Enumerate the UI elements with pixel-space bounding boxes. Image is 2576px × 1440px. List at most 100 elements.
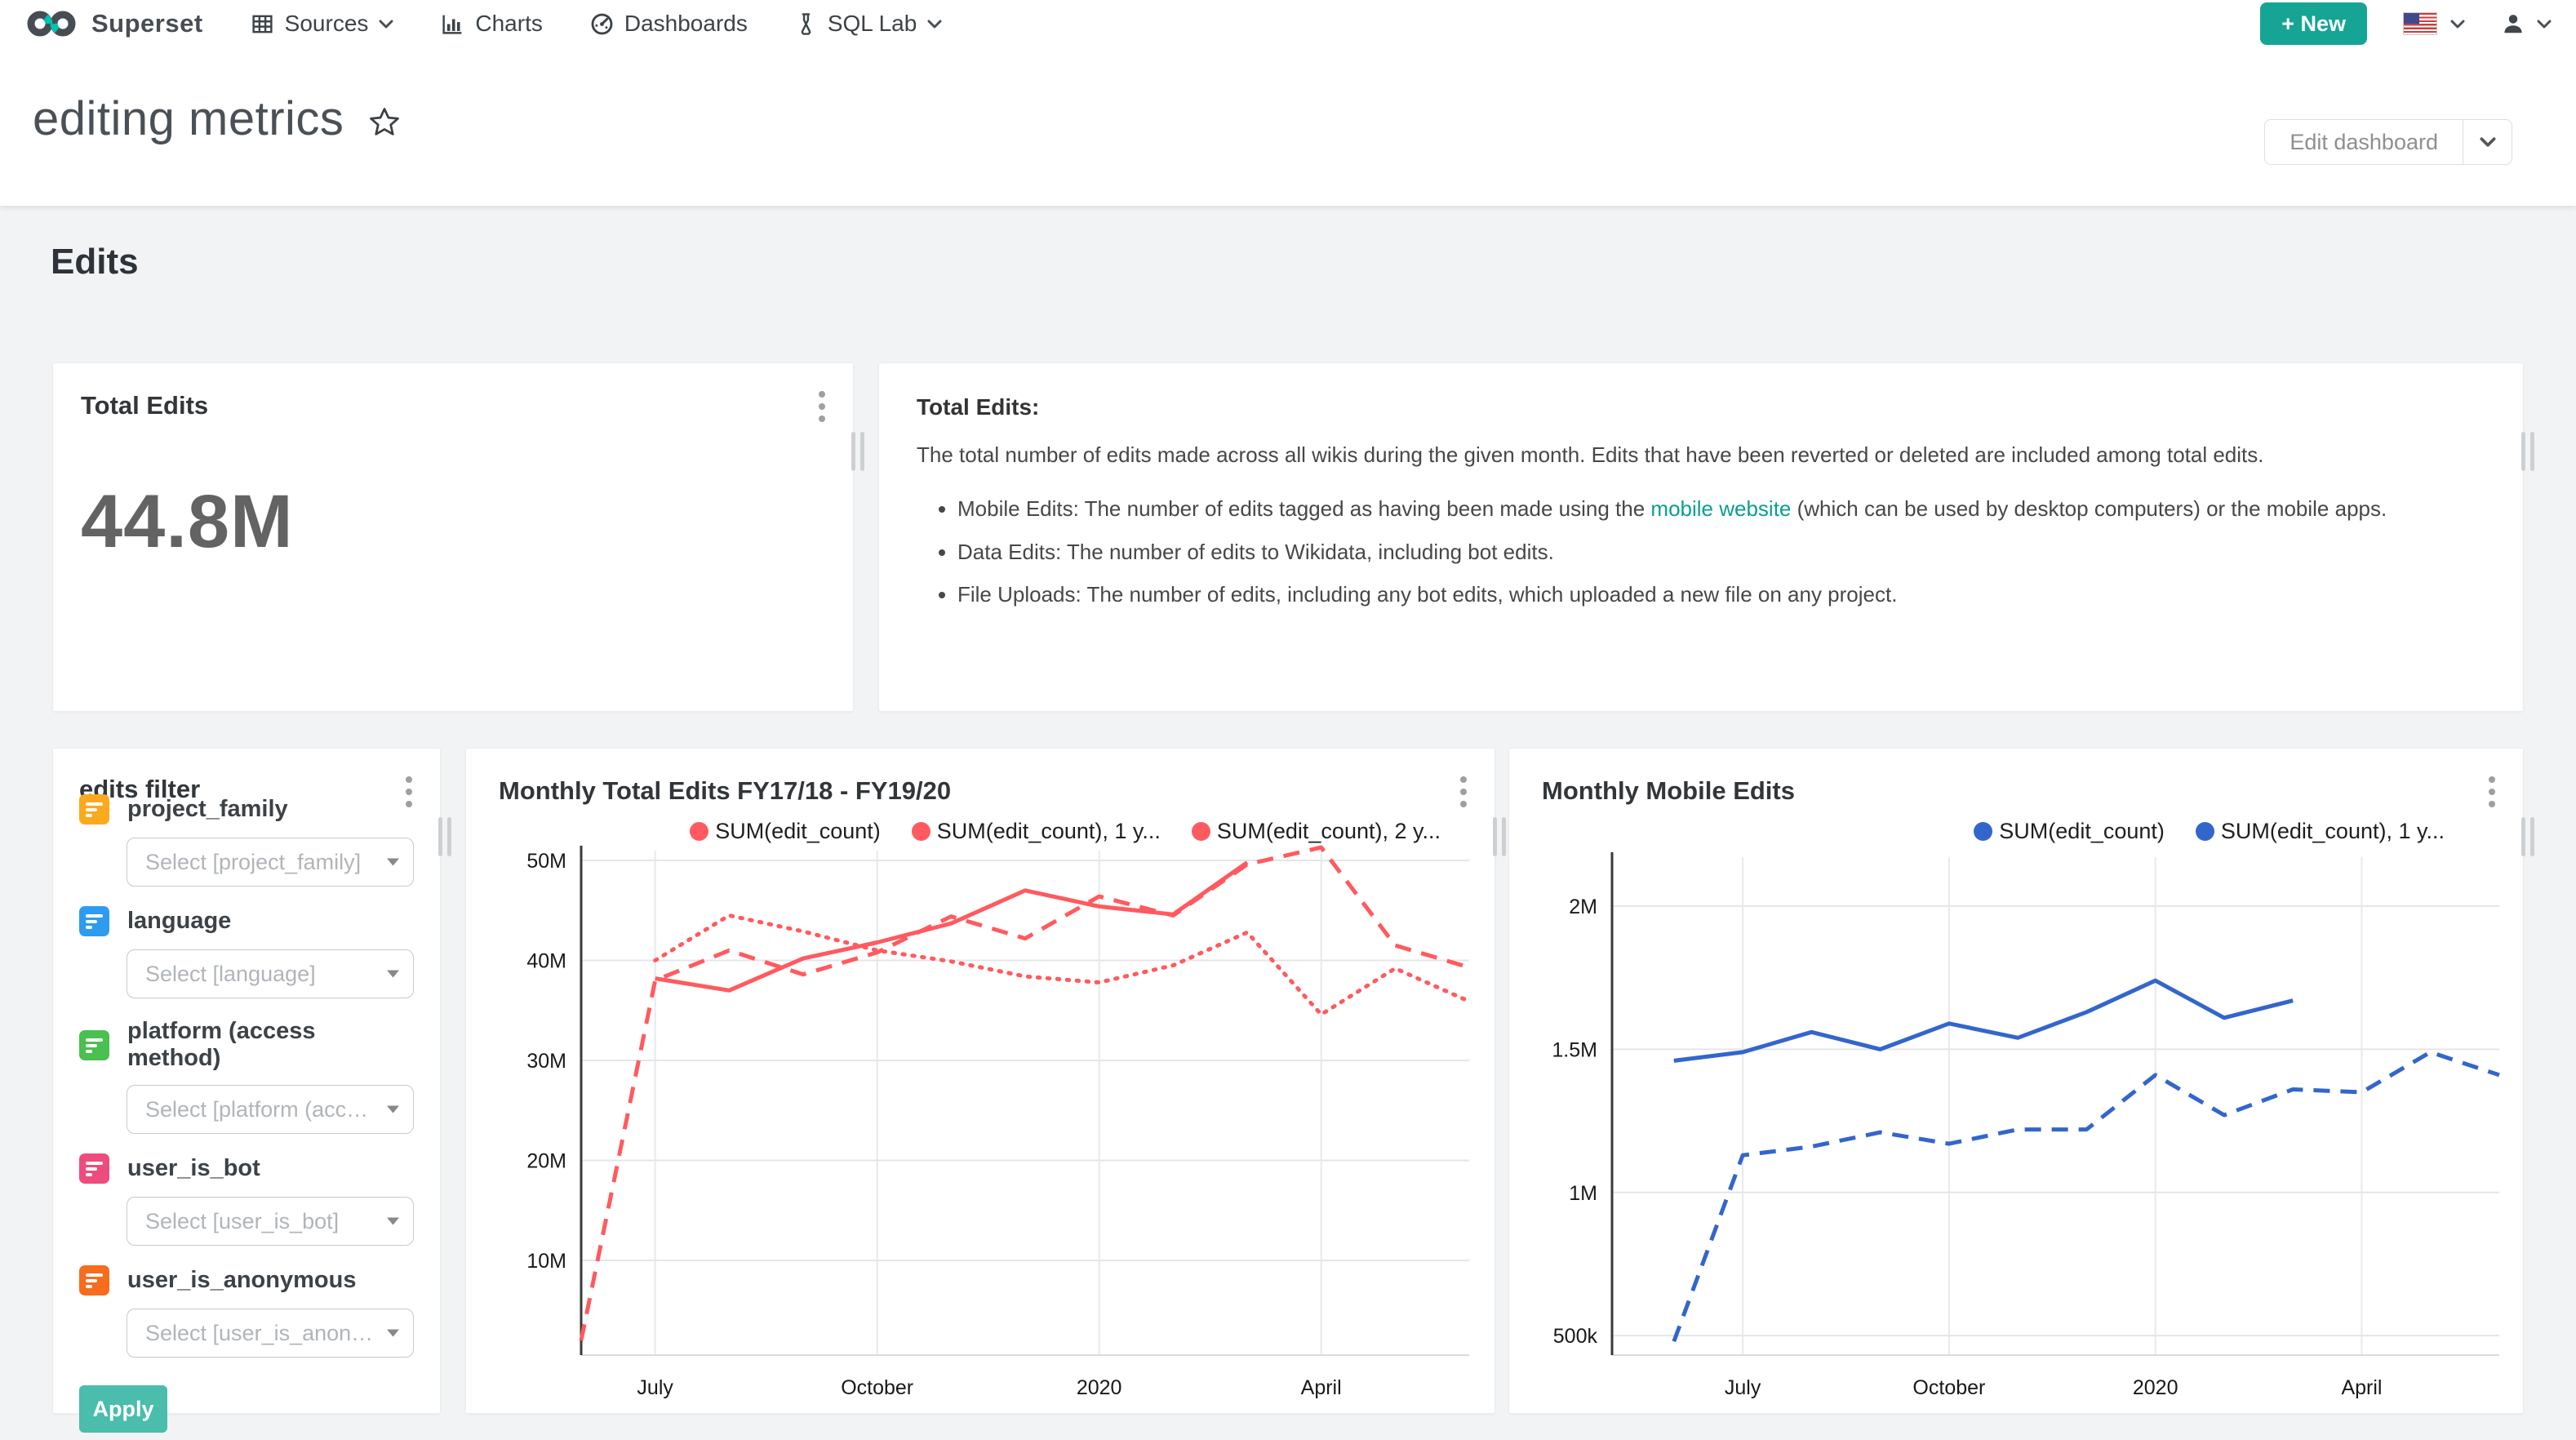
favorite-star-icon[interactable]: [366, 104, 402, 140]
edit-dashboard-control: Edit dashboard: [2264, 119, 2512, 165]
section-title: Edits: [51, 242, 139, 282]
page-title: editing metrics: [33, 91, 344, 146]
legend-item[interactable]: SUM(edit_count): [690, 819, 881, 844]
nav-item-sql-lab[interactable]: SQL Lab: [795, 11, 942, 37]
select-placeholder: Select [project_family]: [145, 850, 361, 875]
nav-item-sources[interactable]: Sources: [251, 11, 394, 37]
legend-item[interactable]: SUM(edit_count), 1 y...: [912, 819, 1161, 844]
card-title: Total Edits: [81, 391, 208, 420]
chevron-down-icon: [927, 20, 942, 29]
select-caret-icon: [386, 970, 400, 979]
user-is-anonymous-select[interactable]: Select [user_is_anonymous]: [127, 1309, 414, 1358]
nav-items: Sources Charts Dashboards SQL Lab: [251, 11, 943, 37]
legend-item[interactable]: SUM(edit_count), 1 y...: [2196, 819, 2445, 844]
chevron-down-icon: [2537, 20, 2552, 29]
edit-dashboard-dropdown[interactable]: [2463, 119, 2512, 165]
monthly-mobile-edits-card: Monthly Mobile Edits SUM(edit_count) SUM…: [1508, 748, 2524, 1414]
mobile-website-link[interactable]: mobile website: [1650, 496, 1791, 521]
select-caret-icon: [386, 1217, 400, 1226]
dashboard-title-row: editing metrics: [33, 91, 402, 146]
project-family-select[interactable]: Select [project_family]: [127, 838, 414, 887]
legend-item[interactable]: SUM(edit_count), 2 y...: [1192, 819, 1441, 844]
bullet-text: File Uploads: The number of edits, inclu…: [957, 582, 1897, 607]
legend-label: SUM(edit_count), 1 y...: [937, 819, 1161, 844]
legend-dot-icon: [1192, 822, 1210, 841]
legend-label: SUM(edit_count): [1999, 819, 2165, 844]
filter-list-icon: [79, 1265, 109, 1296]
nav-item-label: Sources: [285, 11, 369, 37]
top-navbar: Superset Sources Charts Dashboards SQL L…: [0, 0, 2576, 47]
resize-handle[interactable]: [1493, 817, 1506, 856]
markdown-intro: The total number of edits made across al…: [917, 438, 2485, 471]
resize-handle[interactable]: [851, 432, 864, 471]
gauge-icon: [590, 12, 614, 36]
select-placeholder: Select [language]: [145, 962, 316, 987]
bullet-mobile-edits: Mobile Edits: The number of edits tagged…: [957, 492, 2485, 525]
select-placeholder: Select [user_is_bot]: [145, 1209, 339, 1234]
bullet-text: Data Edits: The number of edits to Wikid…: [957, 540, 1554, 564]
filter-label-text: user_is_bot: [127, 1155, 260, 1182]
kebab-menu-icon[interactable]: [1457, 773, 1470, 811]
filter-label-language: language: [79, 906, 414, 936]
chevron-down-icon: [379, 20, 393, 29]
filter-list-icon: [79, 906, 109, 936]
markdown-heading: Total Edits:: [917, 394, 2485, 420]
filter-label-text: user_is_anonymous: [127, 1267, 356, 1294]
resize-handle[interactable]: [2521, 817, 2534, 856]
topbar-right: + New: [2260, 2, 2552, 45]
bullet-text: (which can be used by desktop computers)…: [1791, 496, 2387, 521]
filter-label-text: platform (access method): [127, 1018, 414, 1072]
select-placeholder: Select [platform (access method)]: [145, 1097, 375, 1122]
kebab-menu-icon[interactable]: [2485, 773, 2498, 811]
edit-dashboard-button[interactable]: Edit dashboard: [2264, 119, 2463, 165]
chevron-down-icon: [2450, 20, 2465, 29]
nav-item-dashboards[interactable]: Dashboards: [590, 11, 748, 37]
new-button[interactable]: + New: [2260, 2, 2367, 45]
user-is-bot-select[interactable]: Select [user_is_bot]: [127, 1197, 414, 1246]
resize-handle[interactable]: [2521, 432, 2534, 471]
filter-list-icon: [79, 794, 109, 824]
select-caret-icon: [386, 858, 400, 867]
legend-label: SUM(edit_count), 1 y...: [2221, 819, 2445, 844]
legend-label: SUM(edit_count), 2 y...: [1217, 819, 1441, 844]
filter-label-user-is-anonymous: user_is_anonymous: [79, 1265, 414, 1296]
brand-name: Superset: [91, 9, 203, 38]
nav-item-label: Dashboards: [624, 11, 748, 37]
nav-item-charts[interactable]: Charts: [441, 11, 542, 37]
bar-chart-icon: [441, 12, 464, 36]
nav-item-label: SQL Lab: [828, 11, 917, 37]
total-edits-card: Total Edits 44.8M: [52, 362, 854, 712]
user-menu[interactable]: [2501, 11, 2552, 36]
filter-list-icon: [79, 1153, 109, 1184]
apply-button[interactable]: Apply: [79, 1385, 167, 1433]
markdown-bullet-list: Mobile Edits: The number of edits tagged…: [917, 492, 2485, 611]
infinity-logo-icon: [24, 8, 78, 39]
platform-select[interactable]: Select [platform (access method)]: [127, 1085, 414, 1134]
chart-legend: SUM(edit_count) SUM(edit_count), 1 y... …: [690, 819, 1441, 844]
bullet-file-uploads: File Uploads: The number of edits, inclu…: [957, 578, 2485, 611]
filter-list-icon: [79, 1030, 109, 1060]
superset-dashboard-page: Superset Sources Charts Dashboards SQL L…: [0, 0, 2576, 1440]
legend-item[interactable]: SUM(edit_count): [1974, 819, 2165, 844]
chart-title: Monthly Mobile Edits: [1542, 776, 1795, 806]
superset-logo[interactable]: Superset: [24, 8, 203, 39]
us-flag-icon: [2403, 12, 2437, 35]
legend-label: SUM(edit_count): [715, 819, 881, 844]
filter-label-platform: platform (access method): [79, 1018, 414, 1072]
chart-legend: SUM(edit_count) SUM(edit_count), 1 y...: [1974, 819, 2445, 844]
markdown-content: Total Edits: The total number of edits m…: [917, 394, 2485, 680]
bullet-text: Mobile Edits: The number of edits tagged…: [957, 496, 1650, 521]
kebab-menu-icon[interactable]: [815, 388, 828, 425]
select-caret-icon: [386, 1329, 400, 1338]
language-select[interactable]: Select [language]: [127, 949, 414, 998]
total-edits-value: 44.8M: [81, 479, 294, 565]
description-card: Total Edits: The total number of edits m…: [878, 362, 2524, 712]
monthly-total-edits-card: Monthly Total Edits FY17/18 - FY19/20 SU…: [465, 748, 1495, 1414]
legend-dot-icon: [690, 822, 708, 841]
table-grid-icon: [251, 12, 274, 36]
filter-label-user-is-bot: user_is_bot: [79, 1153, 414, 1184]
resize-handle[interactable]: [438, 817, 451, 856]
language-selector[interactable]: [2403, 12, 2465, 35]
filter-body: edits filter project_family Select [proj…: [79, 775, 414, 1387]
user-icon: [2501, 11, 2525, 36]
